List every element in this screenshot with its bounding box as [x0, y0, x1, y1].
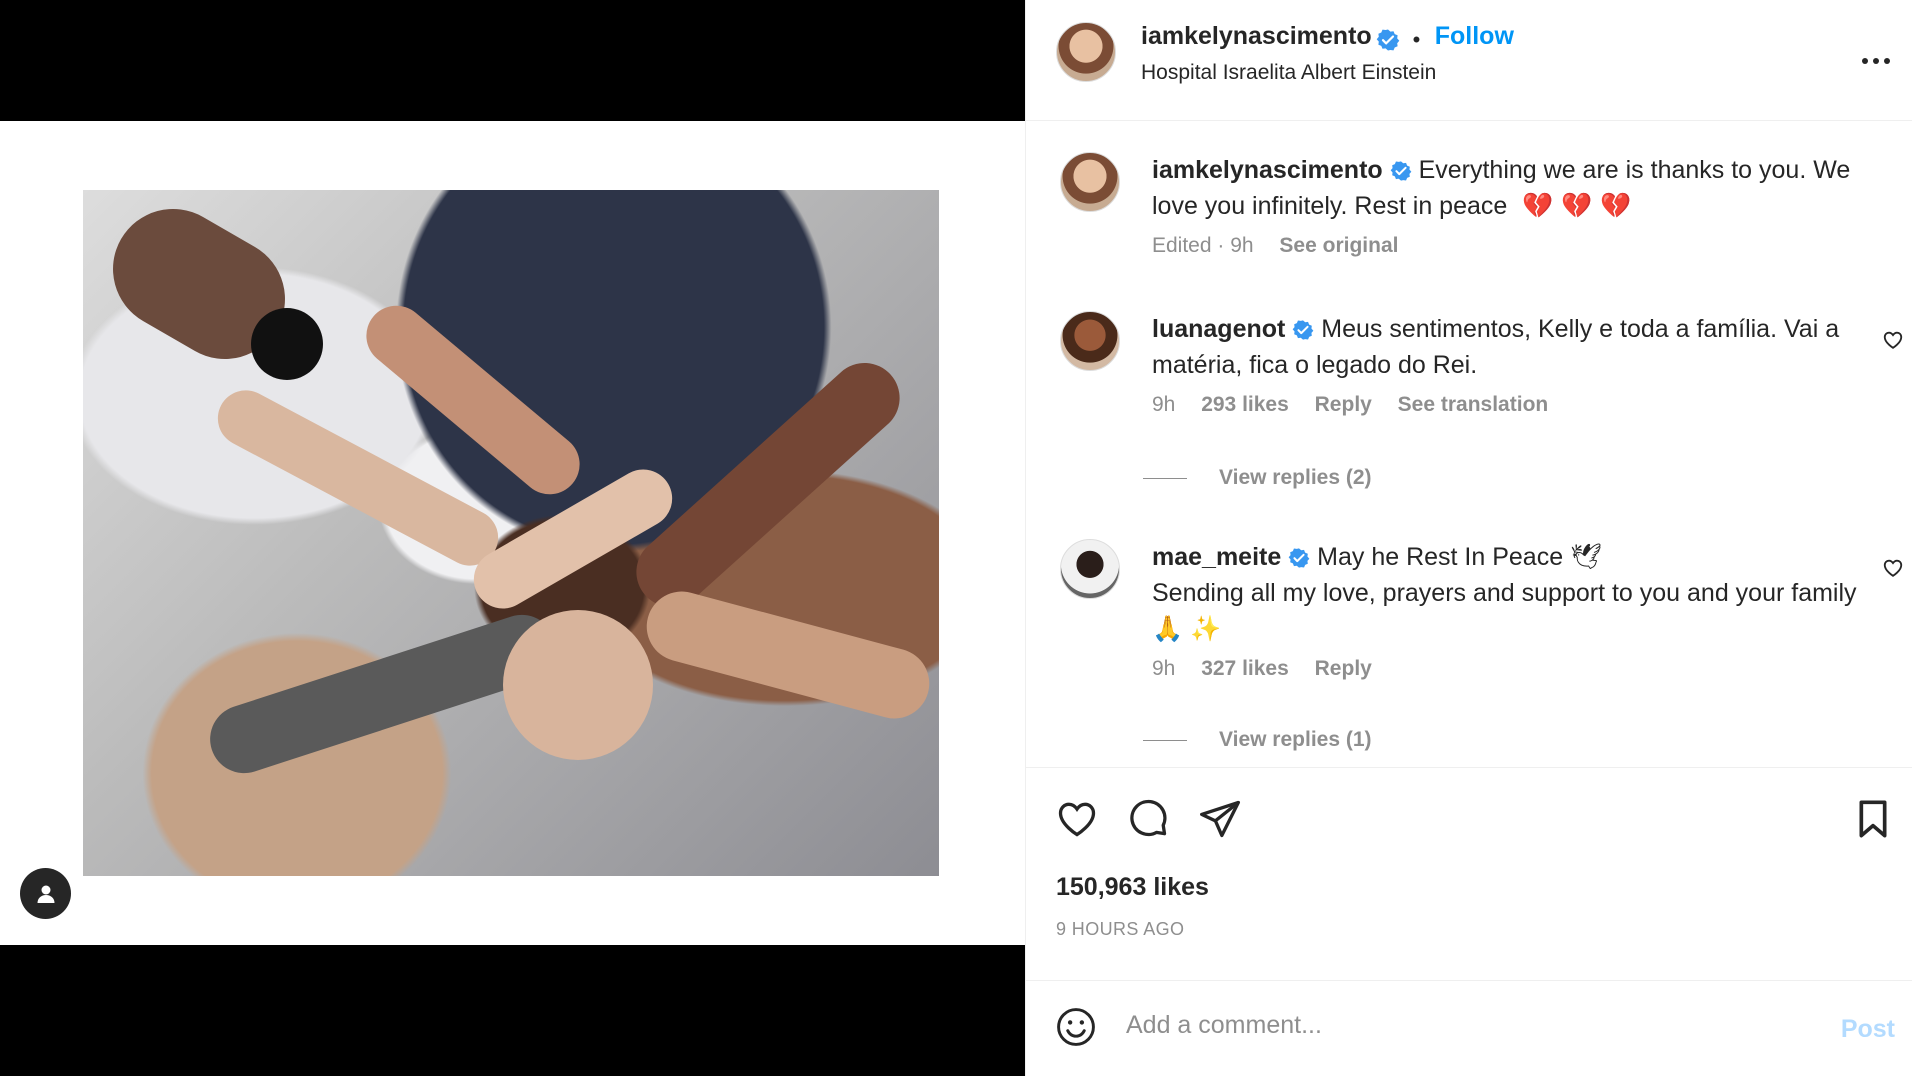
- comment-item: mae_meite May he Rest In Peace 🕊 Sending…: [1060, 539, 1903, 681]
- view-replies-button[interactable]: View replies (1): [1143, 728, 1372, 752]
- tagged-user-button[interactable]: [20, 868, 71, 919]
- comment-avatar[interactable]: [1060, 311, 1120, 371]
- share-button[interactable]: [1198, 797, 1242, 846]
- comment-likes-count[interactable]: 293 likes: [1201, 393, 1289, 416]
- action-bar: 150,963 likes 9 HOURS AGO: [1026, 767, 1912, 980]
- replies-divider: [1143, 477, 1187, 479]
- header-separator: •: [1412, 26, 1421, 52]
- comment-button[interactable]: [1126, 797, 1170, 846]
- broken-heart-emojis: 💔 💔 💔: [1522, 191, 1632, 220]
- smiley-icon: [1057, 1008, 1095, 1046]
- comment-avatar[interactable]: [1060, 539, 1120, 599]
- post-location[interactable]: Hospital Israelita Albert Einstein: [1141, 61, 1761, 85]
- verified-icon: [1376, 29, 1400, 51]
- more-options-button[interactable]: [1861, 36, 1891, 73]
- comment-like-button[interactable]: [1882, 557, 1904, 584]
- post-time: 9 HOURS AGO: [1056, 919, 1185, 939]
- heart-icon: [1883, 331, 1903, 349]
- comment-text-continued: Sending all my love, prayers and support…: [1152, 579, 1857, 643]
- post-comment-button[interactable]: Post: [1841, 1015, 1895, 1044]
- more-horizontal-icon: [1862, 58, 1890, 64]
- see-original-button[interactable]: See original: [1279, 234, 1398, 257]
- comment-username[interactable]: mae_meite: [1152, 543, 1281, 571]
- bookmark-icon: [1859, 800, 1887, 838]
- comment-time: 9h: [1152, 657, 1176, 680]
- media-panel: [0, 0, 1025, 1076]
- verified-icon: [1390, 161, 1411, 182]
- comment-input[interactable]: [1126, 1011, 1766, 1040]
- see-translation-button[interactable]: See translation: [1398, 393, 1549, 416]
- heart-icon: [1058, 802, 1096, 837]
- post-sidebar: iamkelynascimento • Follow Hospital Isra…: [1025, 0, 1912, 1076]
- emoji-button[interactable]: [1054, 1005, 1098, 1054]
- reply-button[interactable]: Reply: [1315, 393, 1372, 416]
- heart-icon: [1883, 559, 1903, 577]
- comment-icon: [1130, 799, 1167, 837]
- verified-icon: [1288, 548, 1310, 569]
- comment-text: May he Rest In Peace 🕊: [1317, 543, 1602, 571]
- like-button[interactable]: [1055, 797, 1099, 846]
- caption-edited: Edited · 9h: [1152, 234, 1254, 257]
- add-comment-bar: Post: [1026, 980, 1912, 1076]
- comment-like-button[interactable]: [1882, 329, 1904, 356]
- comment-username[interactable]: luanagenot: [1152, 315, 1285, 343]
- comments-list: iamkelynascimento Everything we are is t…: [1026, 121, 1912, 767]
- comment-time: 9h: [1152, 393, 1176, 416]
- reply-button[interactable]: Reply: [1315, 657, 1372, 680]
- post-header: iamkelynascimento • Follow Hospital Isra…: [1026, 0, 1912, 121]
- view-replies-label: View replies (2): [1219, 466, 1372, 489]
- verified-icon: [1292, 320, 1314, 341]
- person-icon: [37, 885, 54, 903]
- replies-divider: [1143, 739, 1187, 741]
- likes-count[interactable]: 150,963 likes: [1056, 873, 1209, 902]
- view-replies-button[interactable]: View replies (2): [1143, 466, 1372, 490]
- caption-comment: iamkelynascimento Everything we are is t…: [1060, 152, 1880, 258]
- save-button[interactable]: [1853, 797, 1893, 846]
- author-avatar[interactable]: [1056, 22, 1116, 82]
- follow-button[interactable]: Follow: [1435, 22, 1514, 50]
- view-replies-label: View replies (1): [1219, 728, 1372, 751]
- comment-item: luanagenot Meus sentimentos, Kelly e tod…: [1060, 311, 1903, 417]
- comment-likes-count[interactable]: 327 likes: [1201, 657, 1289, 680]
- caption-avatar[interactable]: [1060, 152, 1120, 212]
- caption-username[interactable]: iamkelynascimento: [1152, 156, 1383, 184]
- author-username[interactable]: iamkelynascimento: [1141, 22, 1372, 50]
- post-photo[interactable]: [83, 190, 939, 876]
- paper-plane-icon: [1200, 800, 1240, 838]
